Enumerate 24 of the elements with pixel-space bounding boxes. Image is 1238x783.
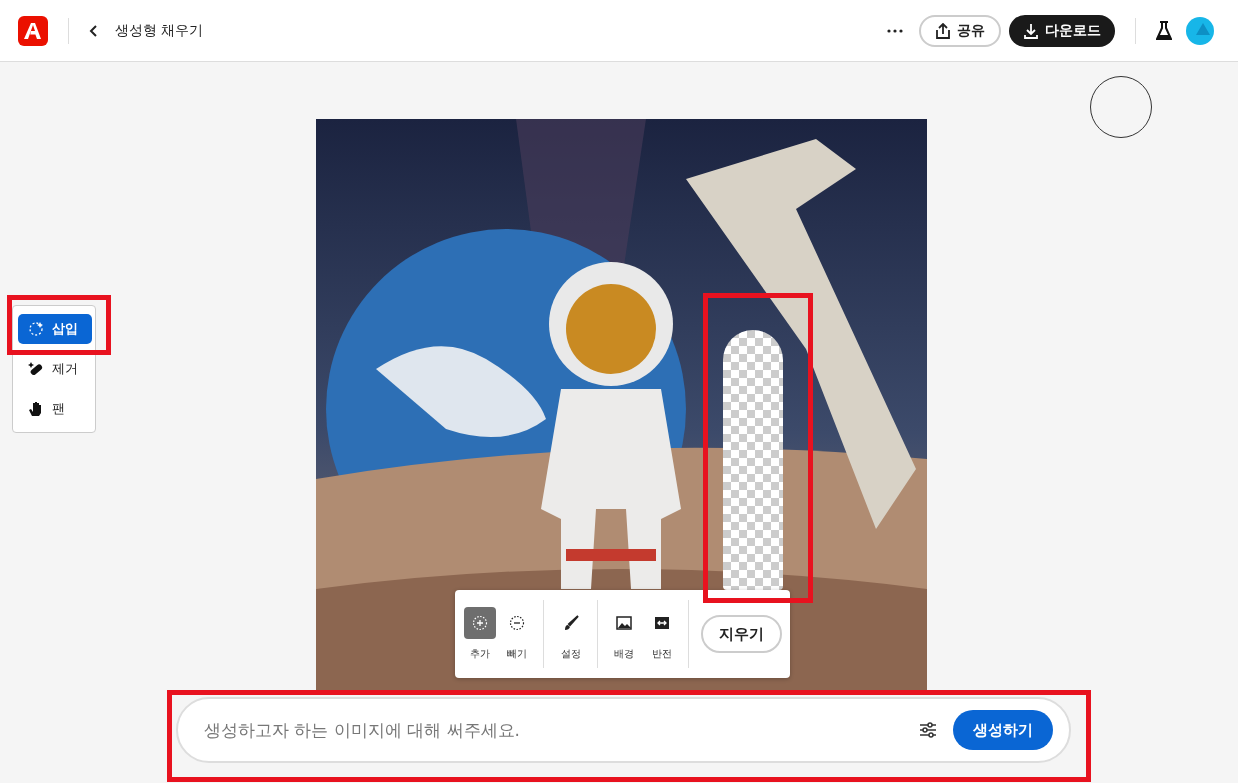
- clear-button[interactable]: 지우기: [701, 615, 782, 653]
- back-chevron-icon[interactable]: [89, 24, 99, 37]
- tool-button[interactable]: 제거: [18, 354, 92, 384]
- brush-tool-button[interactable]: 설정: [554, 607, 587, 661]
- brush-tool-button[interactable]: 배경: [608, 607, 641, 661]
- hand-icon: [28, 401, 44, 417]
- tool-button[interactable]: 팬: [18, 394, 92, 424]
- app-logo-icon[interactable]: [18, 15, 48, 46]
- share-button[interactable]: 공유: [919, 14, 1001, 47]
- download-icon: [1023, 22, 1039, 39]
- tool-button[interactable]: 삽입: [18, 314, 92, 344]
- more-icon[interactable]: [887, 28, 903, 33]
- avatar-icon[interactable]: [1186, 16, 1214, 45]
- settings-sliders-icon[interactable]: [919, 722, 937, 738]
- brush-tool-button[interactable]: 추가: [463, 607, 496, 661]
- download-button[interactable]: 다운로드: [1009, 14, 1115, 47]
- brush-tool-button[interactable]: 빼기: [500, 607, 534, 661]
- page-title: 생성형 채우기: [115, 21, 204, 40]
- generate-button[interactable]: 생성하기: [953, 710, 1053, 750]
- share-icon: [935, 22, 951, 39]
- insert-icon: [28, 321, 44, 337]
- flask-icon[interactable]: [1156, 20, 1172, 41]
- brush-tool-button[interactable]: 반전: [645, 607, 678, 661]
- prompt-field[interactable]: 생성하고자 하는 이미지에 대해 써주세요. 생성하기: [176, 697, 1071, 763]
